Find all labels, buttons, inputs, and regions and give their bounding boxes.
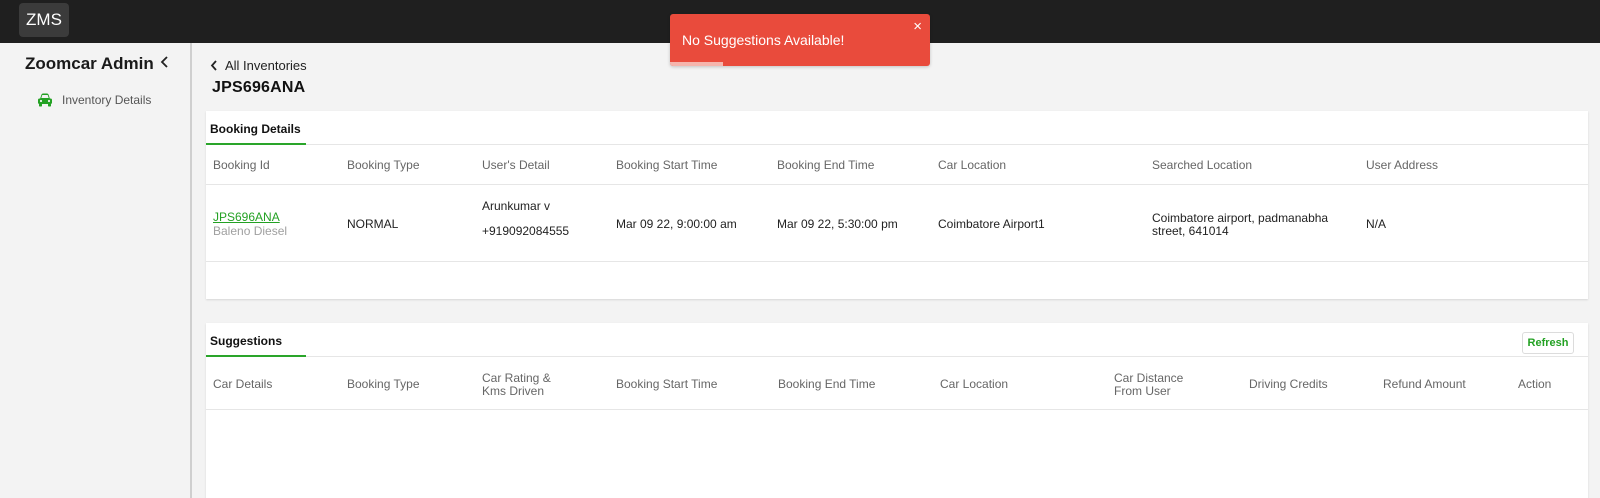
booking-type: NORMAL xyxy=(347,217,399,231)
close-icon[interactable]: × xyxy=(913,19,922,34)
error-toast: No Suggestions Available! × xyxy=(670,14,930,66)
car-model: Baleno Diesel xyxy=(213,224,288,238)
booking-start-time: Mar 09 22, 9:00:00 am xyxy=(616,217,737,231)
column-header: Booking Start Time xyxy=(616,377,718,391)
suggestions-table-header: Car Details Booking Type Car Rating & Km… xyxy=(206,357,1588,410)
column-header: Booking Start Time xyxy=(616,158,718,172)
booking-details-card: Booking Details Booking Id Booking Type … xyxy=(206,111,1588,299)
app-logo[interactable]: ZMS xyxy=(19,3,69,37)
main-content: All Inventories JPS696ANA Booking Detail… xyxy=(194,43,1600,498)
back-link-label: All Inventories xyxy=(225,58,307,73)
sidebar-item-label: Inventory Details xyxy=(62,93,152,107)
page-title: JPS696ANA xyxy=(212,79,306,96)
toast-message: No Suggestions Available! xyxy=(682,32,845,48)
suggestions-tab-bar: Suggestions Refresh xyxy=(206,323,1588,357)
back-link[interactable]: All Inventories xyxy=(210,58,307,73)
booking-id-link[interactable]: JPS696ANA xyxy=(213,211,280,224)
column-header-line2: From User xyxy=(1114,384,1171,398)
column-header: Car Location xyxy=(940,377,1009,391)
tab-suggestions[interactable]: Suggestions xyxy=(206,323,306,357)
tab-booking-details[interactable]: Booking Details xyxy=(206,111,306,145)
column-header: Car Details xyxy=(213,377,273,391)
refresh-button[interactable]: Refresh xyxy=(1522,332,1574,354)
column-header-line2: Kms Driven xyxy=(482,384,545,398)
car-icon xyxy=(37,93,53,107)
sidebar: Zoomcar Admin Inventory Details xyxy=(0,43,192,498)
user-phone: +919092084555 xyxy=(482,224,570,238)
sidebar-item-inventory-details[interactable]: Inventory Details xyxy=(37,93,151,107)
booking-end-time: Mar 09 22, 5:30:00 pm xyxy=(777,217,898,231)
column-header: Booking End Time xyxy=(777,158,875,172)
suggestions-card: Suggestions Refresh Car Details Booking … xyxy=(206,323,1588,498)
column-header: User Address xyxy=(1366,158,1439,172)
sidebar-title: Zoomcar Admin xyxy=(25,54,154,73)
booking-tab-bar: Booking Details xyxy=(206,111,1588,145)
toast-progress-bar xyxy=(670,62,723,66)
column-header: Booking Type xyxy=(347,377,420,391)
column-header: User's Detail xyxy=(482,158,550,172)
column-header: Action xyxy=(1518,377,1552,391)
car-location: Coimbatore Airport1 xyxy=(938,217,1045,231)
column-header: Car Location xyxy=(938,158,1007,172)
column-header: Booking Type xyxy=(347,158,420,172)
user-name: Arunkumar v xyxy=(482,199,551,213)
column-header: Driving Credits xyxy=(1249,377,1328,391)
booking-table-header: Booking Id Booking Type User's Detail Bo… xyxy=(206,145,1588,185)
column-header: Refund Amount xyxy=(1383,377,1466,391)
user-address: N/A xyxy=(1366,217,1387,231)
table-row: JPS696ANA Baleno Diesel NORMAL Arunkumar… xyxy=(206,185,1588,262)
column-header: Booking Id xyxy=(213,158,270,172)
column-header: Booking End Time xyxy=(778,377,876,391)
chevron-left-icon xyxy=(210,60,217,71)
column-header: Searched Location xyxy=(1152,158,1253,172)
searched-location-line2: street, 641014 xyxy=(1152,224,1229,238)
chevron-left-icon[interactable] xyxy=(156,51,174,73)
